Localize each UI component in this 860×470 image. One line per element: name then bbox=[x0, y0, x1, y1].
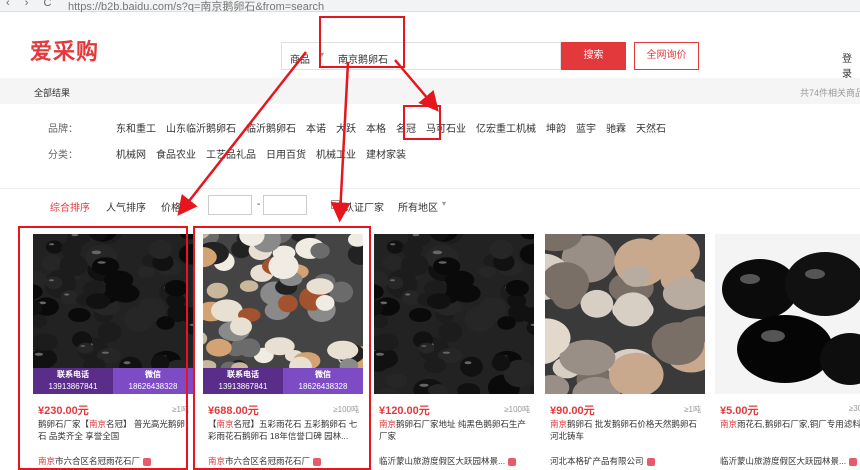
brand-item[interactable]: 山东临沂鹅卵石 bbox=[166, 124, 236, 135]
brand-list: 东和重工 山东临沂鹅卵石 临沂鹅卵石 本诺 大跃 本格 名冠 马可石业 亿宏重工机械 坤韵 蓝宇 驰霖… bbox=[116, 120, 676, 135]
product-card[interactable]: 联系电话 13913867841 微信 18626438328 ¥688.00元 ≥… bbox=[203, 234, 363, 470]
product-price: ¥90.00元 bbox=[550, 405, 595, 417]
category-item[interactable]: 食品农业 bbox=[156, 150, 196, 161]
product-card[interactable]: ¥5.00元 ≥3000 南京雨花石,鹅卵石厂家,铜厂专用滤料 临沂蒙山旅游度假… bbox=[715, 234, 860, 470]
search-category-select[interactable]: 商品 bbox=[290, 51, 310, 66]
product-title[interactable]: 南京雨花石,鹅卵石厂家,铜厂专用滤料 bbox=[720, 418, 860, 442]
wechat-contact: 微信 18626438328 bbox=[283, 368, 363, 394]
company-name[interactable]: 南京市六合区名冠雨花石厂 bbox=[208, 455, 358, 467]
price-range-dash: - bbox=[257, 199, 261, 210]
brand-item[interactable]: 临沂鹅卵石 bbox=[246, 124, 296, 135]
region-select[interactable]: 所有地区 bbox=[398, 199, 438, 214]
product-card[interactable]: 联系电话 13913867841 微信 18626438328 ¥230.00元 ≥… bbox=[33, 234, 193, 470]
phone-contact: 联系电话 13913867841 bbox=[33, 368, 113, 394]
category-item[interactable]: 日用百货 bbox=[266, 150, 306, 161]
sort-default[interactable]: 综合排序 bbox=[50, 199, 90, 214]
product-card[interactable]: ¥90.00元 ≥1吨 南京鹅卵石 批发鹅卵石价格天然鹅卵石 河北铸车 河北本格… bbox=[545, 234, 705, 470]
shield-icon bbox=[313, 457, 322, 466]
price-min-input[interactable] bbox=[208, 195, 252, 215]
shield-icon bbox=[143, 457, 152, 466]
phone-number: 13913867841 bbox=[48, 382, 98, 391]
header: 爱采购 商品 ▾ 南京鹅卵石 搜索 全网询价 登录 bbox=[0, 12, 860, 80]
phone-contact: 联系电话 13913867841 bbox=[203, 368, 283, 394]
product-title[interactable]: 鹅卵石厂家【南京名冠】 普光高光鹅卵石 品类齐全 享誉全国 bbox=[38, 418, 190, 442]
login-link[interactable]: 登录 bbox=[842, 50, 860, 80]
chevron-down-icon[interactable]: ▾ bbox=[320, 50, 324, 59]
product-price: ¥230.00元 bbox=[38, 405, 89, 417]
category-list: 机械网 食品农业 工艺品礼品 日用百货 机械工业 建材家装 bbox=[116, 146, 416, 161]
brand-item[interactable]: 大跃 bbox=[336, 124, 356, 135]
product-price: ¥688.00元 bbox=[208, 405, 259, 417]
price-max-input[interactable] bbox=[263, 195, 307, 215]
shield-icon bbox=[508, 457, 517, 466]
company-name[interactable]: 临沂蒙山旅游度假区大跃园林景... bbox=[379, 455, 529, 467]
product-title[interactable]: 南京鹅卵石厂家地址 纯黑色鹅卵石生产厂家 bbox=[379, 418, 531, 442]
category-item[interactable]: 机械工业 bbox=[316, 150, 356, 161]
product-price: ¥120.00元 bbox=[379, 405, 430, 417]
phone-label: 联系电话 bbox=[227, 370, 259, 379]
company-name[interactable]: 临沂蒙山旅游度假区大跃园林景... bbox=[720, 455, 860, 467]
sort-price[interactable]: 价格 bbox=[161, 199, 181, 214]
product-image[interactable]: 联系电话 13913867841 微信 18626438328 bbox=[203, 234, 363, 394]
shield-icon bbox=[849, 457, 858, 466]
brand-item[interactable]: 天然石 bbox=[636, 124, 666, 135]
product-image[interactable] bbox=[374, 234, 534, 394]
product-image[interactable] bbox=[545, 234, 705, 394]
contact-badge: 联系电话 13913867841 微信 18626438328 bbox=[203, 368, 363, 394]
certified-label[interactable]: 认证厂家 bbox=[344, 199, 384, 214]
shield-icon bbox=[646, 457, 655, 466]
brand-item[interactable]: 本诺 bbox=[306, 124, 326, 135]
brand-item[interactable]: 坤韵 bbox=[546, 124, 566, 135]
results-bar: 全部结果 共74件相关商品 bbox=[0, 78, 860, 104]
sort-popularity[interactable]: 人气排序 bbox=[106, 199, 146, 214]
browser-url-bar[interactable]: ‹ › C https://b2b.baidu.com/s?q=南京鹅卵石&fr… bbox=[0, 0, 860, 13]
brand-item[interactable]: 本格 bbox=[366, 124, 386, 135]
wechat-label: 微信 bbox=[145, 370, 161, 379]
wechat-number: 18626438328 bbox=[128, 382, 178, 391]
certified-checkbox[interactable] bbox=[331, 200, 340, 209]
brand-item[interactable]: 蓝宇 bbox=[576, 124, 596, 135]
wechat-contact: 微信 18626438328 bbox=[113, 368, 193, 394]
product-moq: ≥100吨 bbox=[504, 405, 530, 414]
company-name[interactable]: 河北本格矿产品有限公司 bbox=[550, 455, 700, 467]
brand-item[interactable]: 东和重工 bbox=[116, 124, 156, 135]
phone-label: 联系电话 bbox=[57, 370, 89, 379]
filter-panel: 品牌： 东和重工 山东临沂鹅卵石 临沂鹅卵石 本诺 大跃 本格 名冠 马可石业 亿宏重工机械 坤韵… bbox=[0, 104, 860, 174]
product-title[interactable]: 【南京名冠】五彩雨花石 五彩鹅卵石 七彩雨花石鹅卵石 18年信誉口碑 园林... bbox=[208, 418, 360, 442]
inquiry-button[interactable]: 全网询价 bbox=[634, 42, 699, 70]
contact-badge: 联系电话 13913867841 微信 18626438328 bbox=[33, 368, 193, 394]
search-button[interactable]: 搜索 bbox=[561, 42, 626, 70]
breadcrumb[interactable]: 全部结果 bbox=[34, 86, 70, 99]
category-label: 分类： bbox=[48, 150, 78, 161]
product-price: ¥5.00元 bbox=[720, 405, 759, 417]
wechat-number: 18626438328 bbox=[298, 382, 348, 391]
company-name[interactable]: 南京市六合区名冠雨花石厂 bbox=[38, 455, 188, 467]
product-moq: ≥100吨 bbox=[333, 405, 359, 414]
product-image[interactable]: 联系电话 13913867841 微信 18626438328 bbox=[33, 234, 193, 394]
category-item[interactable]: 工艺品礼品 bbox=[206, 150, 256, 161]
brand-item[interactable]: 亿宏重工机械 bbox=[476, 124, 536, 135]
category-item[interactable]: 建材家装 bbox=[366, 150, 406, 161]
product-moq: ≥1吨 bbox=[172, 405, 189, 414]
phone-number: 13913867841 bbox=[218, 382, 268, 391]
sort-bar: 综合排序 人气排序 价格 ▾ - 认证厂家 所有地区 ▾ bbox=[0, 188, 860, 220]
category-item[interactable]: 机械网 bbox=[116, 150, 146, 161]
chevron-down-icon[interactable]: ▾ bbox=[442, 199, 446, 208]
search-box[interactable]: 商品 ▾ 南京鹅卵石 bbox=[281, 42, 561, 70]
brand-item[interactable]: 马可石业 bbox=[426, 124, 466, 135]
product-title[interactable]: 南京鹅卵石 批发鹅卵石价格天然鹅卵石 河北铸车 bbox=[550, 418, 702, 442]
brand-label: 品牌： bbox=[48, 124, 78, 135]
chevron-down-icon[interactable]: ▾ bbox=[182, 199, 186, 208]
browser-nav-icons[interactable]: ‹ › C bbox=[6, 0, 57, 9]
brand-item[interactable]: 驰霖 bbox=[606, 124, 626, 135]
product-card[interactable]: ¥120.00元 ≥100吨 南京鹅卵石厂家地址 纯黑色鹅卵石生产厂家 临沂蒙山… bbox=[374, 234, 534, 470]
product-moq: ≥3000 bbox=[848, 404, 860, 413]
brand-item[interactable]: 名冠 bbox=[396, 124, 416, 135]
wechat-label: 微信 bbox=[315, 370, 331, 379]
result-count: 共74件相关商品 bbox=[800, 88, 860, 98]
product-moq: ≥1吨 bbox=[684, 405, 701, 414]
search-input[interactable]: 南京鹅卵石 bbox=[338, 51, 388, 66]
site-logo[interactable]: 爱采购 bbox=[30, 34, 99, 66]
product-image[interactable] bbox=[715, 234, 860, 394]
